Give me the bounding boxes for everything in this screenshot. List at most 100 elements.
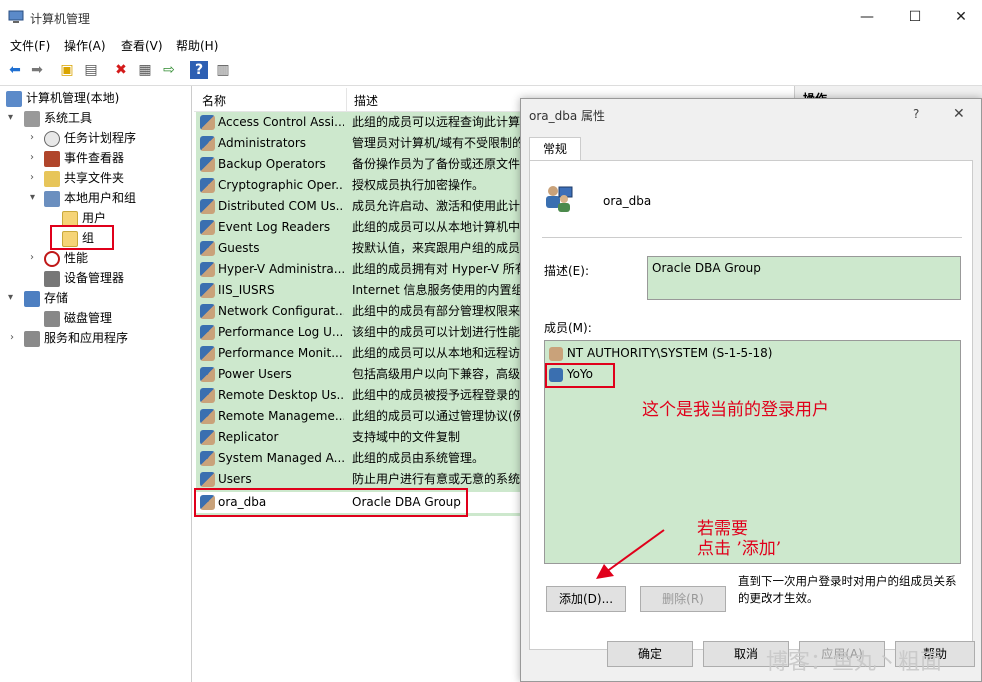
tree-event-viewer[interactable]: 事件查看器 [44,148,124,168]
group-description-cell: 支持域中的文件复制 [352,430,461,444]
tree-event-viewer-label: 事件查看器 [64,151,125,165]
add-button[interactable]: 添加(D)... [546,586,626,612]
table-row[interactable]: System Managed A... 此组的成员由系统管理。 [196,448,520,469]
table-row[interactable]: Administrators 管理员对计算机/域有不受限制的 [196,133,520,154]
chevron-right-icon[interactable]: › [10,332,22,343]
table-row[interactable]: Event Log Readers 此组的成员可以从本地计算机中 [196,217,520,238]
group-description-cell: 此组中的成员被授予远程登录的 [352,388,520,402]
group-name-cell: Access Control Assi... [218,115,344,129]
chevron-down-icon[interactable]: ▾ [8,292,20,303]
group-icon [200,157,215,172]
up-folder-icon[interactable]: ▣ [58,61,76,79]
table-row[interactable]: Network Configurat... 此组中的成员有部分管理权限来 [196,301,520,322]
group-description-cell: 此组中的成员有部分管理权限来 [352,304,520,318]
tree-system-tools[interactable]: 系统工具 [24,108,92,128]
table-row[interactable]: IIS_IUSRS Internet 信息服务使用的内置组 [196,280,520,301]
remove-button[interactable]: 删除(R) [640,586,726,612]
toolbar: ⬅ ➡ ▣ ▤ ✖ ▦ ⇨ ? ▥ [0,56,982,86]
table-row[interactable]: Remote Desktop Us... 此组中的成员被授予远程登录的 [196,385,520,406]
delete-icon[interactable]: ✖ [112,61,130,79]
group-icon [200,241,215,256]
navigation-tree: 计算机管理(本地) ▾ 系统工具 › 任务计划程序 › 事件查看器 › 共享文件… [0,86,192,682]
show-hide-tree-icon[interactable]: ▤ [82,61,100,79]
dialog-close-button[interactable]: ✕ [953,106,965,122]
list-item[interactable]: NT AUTHORITY\SYSTEM (S-1-5-18) [549,346,772,361]
close-button[interactable]: ✕ [938,0,982,34]
table-row[interactable]: Hyper-V Administra... 此组的成员拥有对 Hyper-V 所有 [196,259,520,280]
separator [542,237,962,238]
group-icon [542,181,574,213]
chevron-right-icon[interactable]: › [30,152,42,163]
tree-shared-folders[interactable]: 共享文件夹 [44,168,124,188]
group-description-cell: 此组的成员由系统管理。 [352,451,485,465]
properties-icon[interactable]: ▦ [136,61,154,79]
chevron-right-icon[interactable]: › [30,252,42,263]
tree-device-manager-label: 设备管理器 [64,271,125,285]
forward-arrow-icon[interactable]: ➡ [28,61,46,79]
menu-file[interactable]: 文件(F) [10,37,50,54]
maximize-button[interactable]: ☐ [892,0,938,34]
table-row[interactable]: Users 防止用户进行有意或无意的系统 [196,469,520,490]
tree-root[interactable]: 计算机管理(本地) [6,88,119,108]
tree-local-users-groups[interactable]: 本地用户和组 [44,188,136,208]
performance-icon [44,250,60,267]
table-row[interactable]: Distributed COM Us... 成员允许启动、激活和使用此计 [196,196,520,217]
minimize-button[interactable]: — [844,0,890,34]
dialog-help-button[interactable]: ? [913,107,919,121]
annotation-arrow [596,529,665,579]
help-icon[interactable]: ? [190,61,208,79]
members-label: 成员(M): [544,321,592,335]
group-name-cell: Administrators [218,136,307,150]
table-row[interactable]: Guests 按默认值，来宾跟用户组的成员 [196,238,520,259]
group-icon [200,262,215,277]
tree-disk-management-label: 磁盘管理 [64,311,113,325]
group-description-cell: 备份操作员为了备份或还原文件 [352,157,520,171]
table-row[interactable]: Cryptographic Oper... 授权成员执行加密操作。 [196,175,520,196]
tree-root-label: 计算机管理(本地) [26,91,120,105]
view-icon[interactable]: ▥ [214,61,232,79]
table-row[interactable]: Remote Manageme... 此组的成员可以通过管理协议(例 [196,406,520,427]
back-arrow-icon[interactable]: ⬅ [6,61,24,79]
table-row[interactable]: Backup Operators 备份操作员为了备份或还原文件 [196,154,520,175]
group-name-cell: Cryptographic Oper... [218,178,344,192]
tree-task-scheduler[interactable]: 任务计划程序 [44,128,136,148]
menu-view[interactable]: 查看(V) [121,37,163,54]
table-row[interactable]: Performance Monit... 此组的成员可以从本地和远程访 [196,343,520,364]
tab-general[interactable]: 常规 [529,137,581,161]
description-input[interactable]: Oracle DBA Group [647,256,961,300]
tree-storage[interactable]: 存储 [24,288,68,308]
chevron-down-icon[interactable]: ▾ [30,192,42,203]
menu-help[interactable]: 帮助(H) [176,37,218,54]
column-divider[interactable] [346,88,347,112]
group-description-cell: 此组的成员拥有对 Hyper-V 所有 [352,262,520,276]
tree-performance[interactable]: 性能 [44,248,88,268]
ok-button[interactable]: 确定 [607,641,693,667]
group-icon [200,451,215,466]
chevron-right-icon[interactable]: › [30,132,42,143]
tree-device-manager[interactable]: 设备管理器 [44,268,124,288]
chevron-down-icon[interactable]: ▾ [8,112,20,123]
chevron-right-icon[interactable]: › [30,172,42,183]
group-name-cell: Users [218,472,252,486]
column-header-name[interactable]: 名称 [202,92,226,109]
group-name-cell: Network Configurat... [218,304,344,318]
table-row[interactable]: Power Users 包括高级用户以向下兼容，高级 [196,364,520,385]
computer-icon [6,90,22,107]
column-header-description[interactable]: 描述 [354,92,378,109]
table-row[interactable]: Access Control Assi... 此组的成员可以远程查询此计算 [196,112,520,133]
tree-services-apps[interactable]: 服务和应用程序 [24,328,128,348]
group-description-cell: 此组的成员可以通过管理协议(例 [352,409,520,423]
services-icon [24,330,40,347]
list-header: 名称 描述 [194,88,524,112]
table-row[interactable]: Performance Log U... 该组中的成员可以计划进行性能 [196,322,520,343]
group-description-cell: 包括高级用户以向下兼容，高级 [352,367,520,381]
shared-folder-icon [44,170,60,187]
group-name-cell: Performance Log U... [218,325,344,339]
table-row[interactable]: Replicator 支持域中的文件复制 [196,427,520,448]
group-list: Access Control Assi... 此组的成员可以远程查询此计算 Admi… [196,112,520,516]
tree-performance-label: 性能 [64,251,89,265]
menu-action[interactable]: 操作(A) [64,37,106,54]
export-icon[interactable]: ⇨ [160,61,178,79]
group-name-cell: Performance Monit... [218,346,343,360]
tree-disk-management[interactable]: 磁盘管理 [44,308,112,328]
